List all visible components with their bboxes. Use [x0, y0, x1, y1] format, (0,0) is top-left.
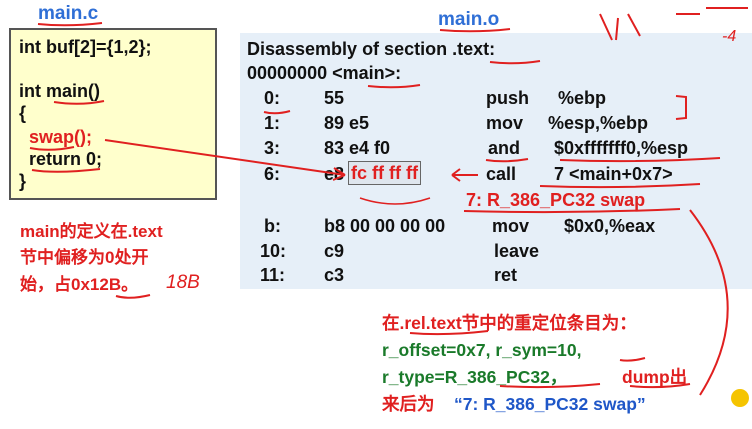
underline-text-section	[489, 60, 541, 65]
underline-main-o	[439, 28, 511, 33]
handwritten-scribble-top-right	[676, 7, 748, 15]
cursor-highlight-icon	[731, 389, 749, 407]
annotation-overlay	[29, 7, 749, 407]
underline-and	[485, 158, 529, 163]
underline-main-label	[367, 84, 421, 89]
underline-mask	[559, 157, 721, 163]
underline-return	[31, 168, 101, 173]
underline-dump	[629, 383, 691, 389]
underline-12b	[115, 294, 151, 299]
underline-sym-10	[619, 357, 646, 362]
underline-call-target	[539, 183, 701, 189]
underline-rel-text	[409, 330, 489, 336]
handwritten-scribble-top	[599, 13, 641, 41]
reloc-to-box-curve	[689, 209, 729, 396]
underline-offset-0	[263, 110, 291, 115]
swap-to-call-arrow	[104, 139, 346, 176]
fc-brace	[359, 197, 431, 205]
prologue-bracket	[675, 95, 687, 120]
underline-pc32	[499, 383, 601, 389]
underline-swap	[29, 146, 75, 151]
underline-main-c	[37, 22, 103, 27]
underline-reloc-line	[463, 208, 681, 214]
underline-main-func	[53, 100, 105, 105]
